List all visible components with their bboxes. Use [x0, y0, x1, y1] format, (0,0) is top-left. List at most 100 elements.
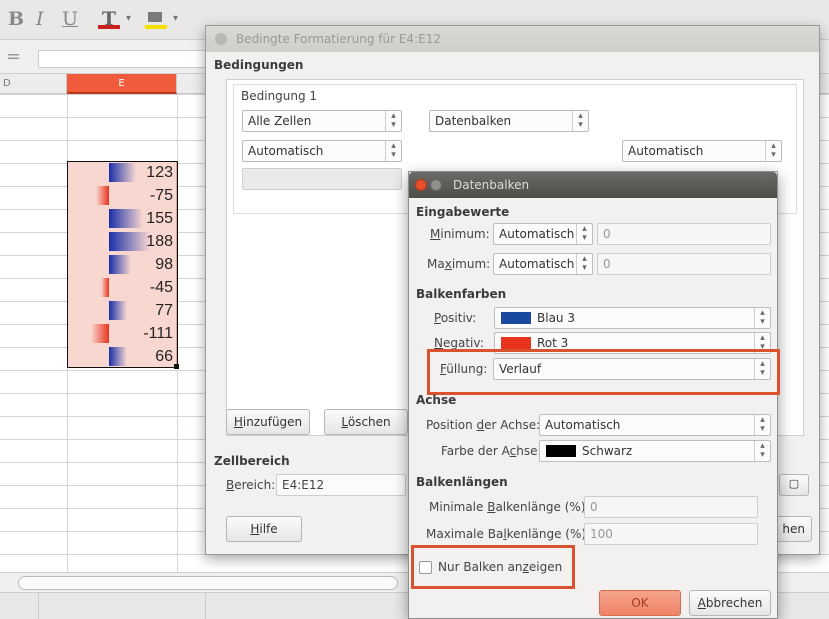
fill-handle[interactable] — [174, 364, 179, 369]
cell-e12[interactable]: 66 — [67, 345, 177, 368]
cancel-rest: bbrechen — [705, 596, 763, 610]
cancel-button[interactable]: Abbrechen — [689, 590, 771, 616]
data-bar — [109, 255, 131, 274]
cf-dialog-title: Bedingte Formatierung für E4:E12 — [236, 32, 441, 46]
maximum-pre: Ma — [427, 257, 445, 271]
data-bar — [96, 186, 109, 205]
spin-icon: ▴ ▾ — [765, 141, 781, 161]
maximum-input[interactable]: 0 — [597, 253, 771, 275]
shrink-range-button[interactable]: ▢ — [779, 474, 809, 496]
cell-value: 155 — [146, 210, 173, 227]
axis-position-label: Position der Achse: — [426, 418, 540, 432]
scope-value: Alle Zellen — [248, 114, 312, 128]
minimum-key: M — [430, 227, 441, 241]
data-bar — [109, 347, 127, 366]
italic-button[interactable]: I — [36, 8, 44, 30]
cell-value: 188 — [146, 233, 173, 250]
minimum-input[interactable]: 0 — [597, 223, 771, 245]
bold-button[interactable]: B — [8, 8, 24, 30]
spin-icon: ▴ ▾ — [576, 224, 592, 244]
axis-color-rest: hse: — [516, 444, 542, 458]
cell-e6[interactable]: 155 — [67, 207, 177, 230]
minimum-type-select[interactable]: Automatisch ▴ ▾ — [493, 223, 593, 245]
cf-dialog-titlebar[interactable]: Bedingte Formatierung für E4:E12 — [206, 26, 819, 52]
negative-key: N — [434, 336, 443, 350]
fill-rest: üllung: — [446, 362, 488, 376]
data-bar — [109, 209, 143, 228]
cell-value: 123 — [146, 164, 173, 181]
cell-value: 66 — [155, 348, 173, 365]
max-type-select[interactable]: Automatisch ▴ ▾ — [622, 140, 782, 162]
cancel-key: A — [697, 596, 706, 610]
column-header-f[interactable] — [177, 74, 207, 94]
min-type-select[interactable]: Automatisch ▴ ▾ — [242, 140, 402, 162]
font-color-dropdown-icon[interactable]: ▾ — [126, 8, 131, 30]
delete-button-text: öschen — [347, 415, 391, 429]
maximum-type-value: Automatisch — [499, 257, 575, 271]
delete-condition-button[interactable]: Löschen — [324, 409, 408, 435]
cell-e7[interactable]: 188 — [67, 230, 177, 253]
cell-e9[interactable]: -45 — [67, 276, 177, 299]
cell-e11[interactable]: -111 — [67, 322, 177, 345]
help-button[interactable]: Hilfe — [226, 516, 302, 542]
formula-input[interactable] — [38, 50, 208, 68]
cell-e5[interactable]: -75 — [67, 184, 177, 207]
cell-e4[interactable]: 123 — [67, 161, 177, 184]
fill-select[interactable]: Verlauf ▴ ▾ — [493, 358, 771, 380]
min-length-input[interactable]: 0 — [584, 496, 758, 518]
min-length-rest: alkenlänge (%): — [495, 500, 590, 514]
close-icon[interactable] — [415, 179, 427, 191]
minimize-icon[interactable] — [430, 179, 442, 191]
data-bar — [109, 163, 136, 182]
underline-button[interactable]: U — [62, 8, 78, 30]
add-button-key: H — [233, 415, 243, 429]
add-condition-button[interactable]: Hinzufügen — [226, 409, 310, 435]
negative-rest: egativ: — [442, 336, 484, 350]
cell-value: 77 — [155, 302, 173, 319]
negative-label: Negativ: — [434, 336, 484, 350]
bars-only-pre: Nur Balken an — [438, 560, 523, 574]
positive-color-value: Blau 3 — [537, 311, 575, 325]
databar-dialog-titlebar[interactable]: Datenbalken — [409, 172, 777, 198]
negative-color-select[interactable]: Rot 3 ▴ ▾ — [494, 332, 771, 354]
maximum-type-select[interactable]: Automatisch ▴ ▾ — [493, 253, 593, 275]
minimum-rest: inimum: — [440, 227, 490, 241]
data-bar — [91, 324, 109, 343]
axis-position-value: Automatisch — [545, 418, 621, 432]
cellrange-heading: Zellbereich — [214, 454, 290, 468]
ok-button[interactable]: OK — [599, 590, 681, 616]
highlight-color-icon[interactable] — [143, 8, 169, 30]
cell-e8[interactable]: 98 — [67, 253, 177, 276]
positive-rest: ositiv: — [440, 311, 477, 325]
range-label: Bereich: — [226, 478, 275, 492]
cell-e10[interactable]: 77 — [67, 299, 177, 322]
min-length-pre: Minimale — [429, 500, 488, 514]
range-input[interactable]: E4:E12 — [276, 474, 406, 496]
spin-icon: ▴ ▾ — [754, 441, 770, 461]
spin-icon: ▴ ▾ — [754, 333, 770, 353]
condition-type-select[interactable]: Datenbalken ▴ ▾ — [429, 110, 589, 132]
positive-label: Positiv: — [434, 311, 476, 325]
scrollbar-thumb[interactable] — [18, 576, 398, 590]
column-header-e[interactable]: E — [67, 74, 177, 94]
spin-icon: ▴ ▾ — [754, 359, 770, 379]
add-button-text: inzufügen — [242, 415, 303, 429]
axis-color-select[interactable]: Schwarz ▴ ▾ — [539, 440, 771, 462]
minimum-label: Minimum: — [430, 227, 490, 241]
conditions-heading: Bedingungen — [214, 58, 304, 72]
axis-position-select[interactable]: Automatisch ▴ ▾ — [539, 414, 771, 436]
bars-only-checkbox[interactable] — [419, 561, 432, 574]
highlight-dropdown-icon[interactable]: ▾ — [173, 8, 178, 30]
max-length-input[interactable]: 100 — [584, 523, 758, 545]
font-color-icon[interactable]: T — [96, 8, 122, 30]
maximum-label: Maximum: — [427, 257, 490, 271]
positive-color-select[interactable]: Blau 3 ▴ ▾ — [494, 307, 771, 329]
bars-only-label[interactable]: Nur Balken anzeigen — [438, 560, 562, 574]
scope-select[interactable]: Alle Zellen ▴ ▾ — [242, 110, 402, 132]
close-icon[interactable] — [215, 33, 227, 45]
cell-value: -111 — [143, 325, 173, 342]
spin-icon: ▴ ▾ — [572, 111, 588, 131]
column-header-d[interactable]: D — [0, 74, 67, 94]
min-value-input[interactable] — [242, 168, 402, 190]
input-values-heading: Eingabewerte — [416, 205, 510, 219]
